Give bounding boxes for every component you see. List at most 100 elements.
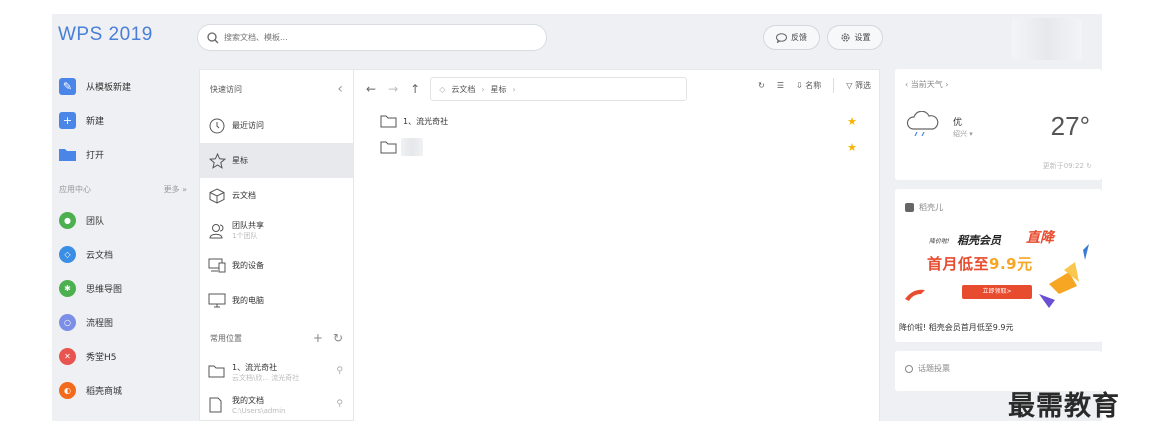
promo-small-text: 降价啦!: [929, 238, 950, 245]
quick-item-label: 我的电脑: [232, 296, 264, 305]
app-label: 思维导图: [86, 284, 123, 295]
settings-button[interactable]: 设置: [827, 25, 883, 50]
add-icon[interactable]: +: [313, 331, 323, 345]
quick-item-starred[interactable]: 星标: [200, 143, 353, 178]
refresh-icon[interactable]: ↻: [333, 331, 343, 345]
breadcrumb[interactable]: ◇ 云文档 › 星标 ›: [430, 77, 688, 101]
filter-label: 筛选: [855, 81, 871, 90]
nav-label: 打开: [86, 150, 105, 161]
promo-title-label: 稻壳儿: [919, 203, 943, 212]
topic-title: 话题投票: [905, 363, 950, 374]
cube-icon: ◇: [439, 84, 446, 94]
gear-icon: [840, 33, 850, 42]
quick-item-cloud-doc[interactable]: 云文档: [200, 178, 353, 213]
feedback-label: 反馈: [791, 33, 807, 42]
app-h5[interactable]: ✕ 秀堂H5: [52, 339, 195, 373]
devices-icon: [208, 257, 226, 275]
users-icon: [208, 222, 226, 240]
h5-icon: ✕: [59, 347, 76, 365]
refresh-icon[interactable]: ↻: [758, 81, 765, 90]
forward-arrow-icon[interactable]: →: [388, 82, 398, 96]
sort-label: 名称: [805, 81, 822, 90]
pin-icon[interactable]: ⚲: [336, 366, 343, 376]
folder-open-icon: [59, 146, 76, 163]
app-store[interactable]: ◐ 稻壳商城: [52, 373, 195, 407]
file-row[interactable]: 1、流光奇社 ★: [354, 108, 879, 134]
promo-card: 稻壳儿 降价啦! 稻壳会员 直降 首月低至9.9元 立即领取> 降价啦! 稻壳会…: [895, 189, 1102, 342]
promo-claim-button[interactable]: 立即领取>: [962, 285, 1032, 299]
promo-vip-text: 稻壳会员: [957, 234, 1001, 247]
watermark: 最需教育: [1008, 391, 1120, 422]
quick-item-label: 星标: [232, 156, 248, 165]
quick-item-devices[interactable]: 我的设备: [200, 248, 353, 283]
app-cloud-doc[interactable]: ◇ 云文档: [52, 237, 195, 271]
common-item-path: 云文档\欣... 流光奇社: [232, 373, 300, 382]
weather-city[interactable]: 绍兴 ▾: [953, 129, 973, 139]
docer-logo-icon: [905, 203, 914, 212]
breadcrumb-root[interactable]: 云文档: [451, 84, 475, 95]
quick-item-team-share[interactable]: 团队共享 1个团队: [200, 213, 353, 248]
sort-button[interactable]: ⇩ 名称: [796, 80, 821, 91]
quick-access-title: 快速访问: [210, 84, 242, 94]
user-avatar[interactable]: [1012, 18, 1082, 60]
clock-icon: [208, 117, 226, 135]
team-count: 1个团队: [232, 231, 258, 240]
template-new-icon: ✎: [59, 77, 76, 95]
pin-icon[interactable]: ⚲: [336, 399, 343, 409]
file-browser: ← → ↑ ◇ 云文档 › 星标 › ↻ ☰ ⇩ 名称 ▽ 筛选 1、流光奇社: [354, 69, 880, 421]
settings-label: 设置: [854, 33, 871, 42]
nav-label: 新建: [86, 116, 105, 127]
store-icon: ◐: [59, 381, 76, 399]
right-widgets: ‹ 当前天气 › 优 绍兴 ▾ 27° 更新于09:22 ↻ 稻壳儿 降价啦! …: [895, 69, 1102, 400]
promo-footer[interactable]: 降价啦! 稻壳会员首月低至9.9元: [899, 322, 1013, 333]
breadcrumb-current[interactable]: 星标: [491, 84, 507, 95]
nav-new[interactable]: + 新建: [52, 103, 195, 137]
nav-open[interactable]: 打开: [52, 137, 195, 171]
back-arrow-icon[interactable]: ←: [366, 82, 376, 96]
quick-item-recent[interactable]: 最近访问: [200, 108, 353, 143]
app-flowchart[interactable]: ○ 流程图: [52, 305, 195, 339]
promo-title: 稻壳儿: [905, 202, 943, 213]
nav-template-new[interactable]: ✎ 从模板新建: [52, 69, 195, 103]
more-link[interactable]: 更多 »: [164, 184, 187, 195]
quick-access-panel: 快速访问 ‹ 最近访问 星标 云文档 团队共享 1个团队 我的设备 我的电脑 常…: [199, 69, 354, 421]
plus-icon: +: [59, 111, 76, 129]
cube-icon: [208, 187, 226, 205]
up-arrow-icon[interactable]: ↑: [410, 82, 420, 96]
app-center-label: 应用中心: [59, 184, 91, 194]
collapse-chevron-icon[interactable]: ‹: [337, 81, 343, 97]
common-locations-header: 常用位置 + ↻: [200, 320, 353, 356]
folder-icon: [380, 115, 397, 127]
promo-banner[interactable]: 降价啦! 稻壳会员 直降 首月低至9.9元 立即领取>: [899, 222, 1097, 317]
star-filled-icon[interactable]: ★: [847, 115, 857, 128]
promo-main-text: 首月低至9.9元: [927, 253, 1033, 274]
app-title: WPS 2019: [58, 24, 153, 45]
app-team[interactable]: ● 团队: [52, 203, 195, 237]
file-row[interactable]: ★: [354, 134, 879, 160]
star-outline-icon: [208, 152, 226, 170]
star-filled-icon[interactable]: ★: [847, 141, 857, 154]
common-item-path: C:\Users\admin: [232, 406, 286, 415]
rain-cloud-icon: [906, 111, 939, 137]
quick-item-label: 团队共享: [232, 220, 264, 230]
common-item-liuguang[interactable]: 1、流光奇社 云文档\欣... 流光奇社 ⚲: [200, 356, 353, 389]
wps-window: WPS 2019 反馈 设置 ✎ 从模板新建 + 新建 打开 应用中心 更多 »: [52, 14, 1102, 421]
feedback-button[interactable]: 反馈: [763, 25, 820, 50]
cloud-doc-icon: ◇: [59, 245, 76, 263]
quick-item-label: 我的设备: [232, 261, 264, 270]
topic-title-label: 话题投票: [918, 364, 950, 373]
search-input[interactable]: [224, 33, 524, 42]
quick-item-my-computer[interactable]: 我的电脑: [200, 283, 353, 318]
weather-updated[interactable]: 更新于09:22 ↻: [1043, 161, 1092, 171]
common-item-my-docs[interactable]: 我的文档 C:\Users\admin ⚲: [200, 389, 353, 421]
folder-icon: [380, 141, 397, 153]
search-box[interactable]: [197, 24, 547, 51]
app-mindmap[interactable]: ✱ 思维导图: [52, 271, 195, 305]
nav-label: 从模板新建: [86, 82, 132, 93]
weather-condition: 优: [953, 118, 963, 128]
list-view-icon[interactable]: ☰: [777, 81, 784, 90]
weather-header[interactable]: ‹ 当前天气 ›: [905, 79, 949, 90]
filter-button[interactable]: ▽ 筛选: [846, 80, 871, 91]
quick-item-label: 云文档: [232, 191, 256, 200]
vote-icon: [905, 364, 913, 373]
